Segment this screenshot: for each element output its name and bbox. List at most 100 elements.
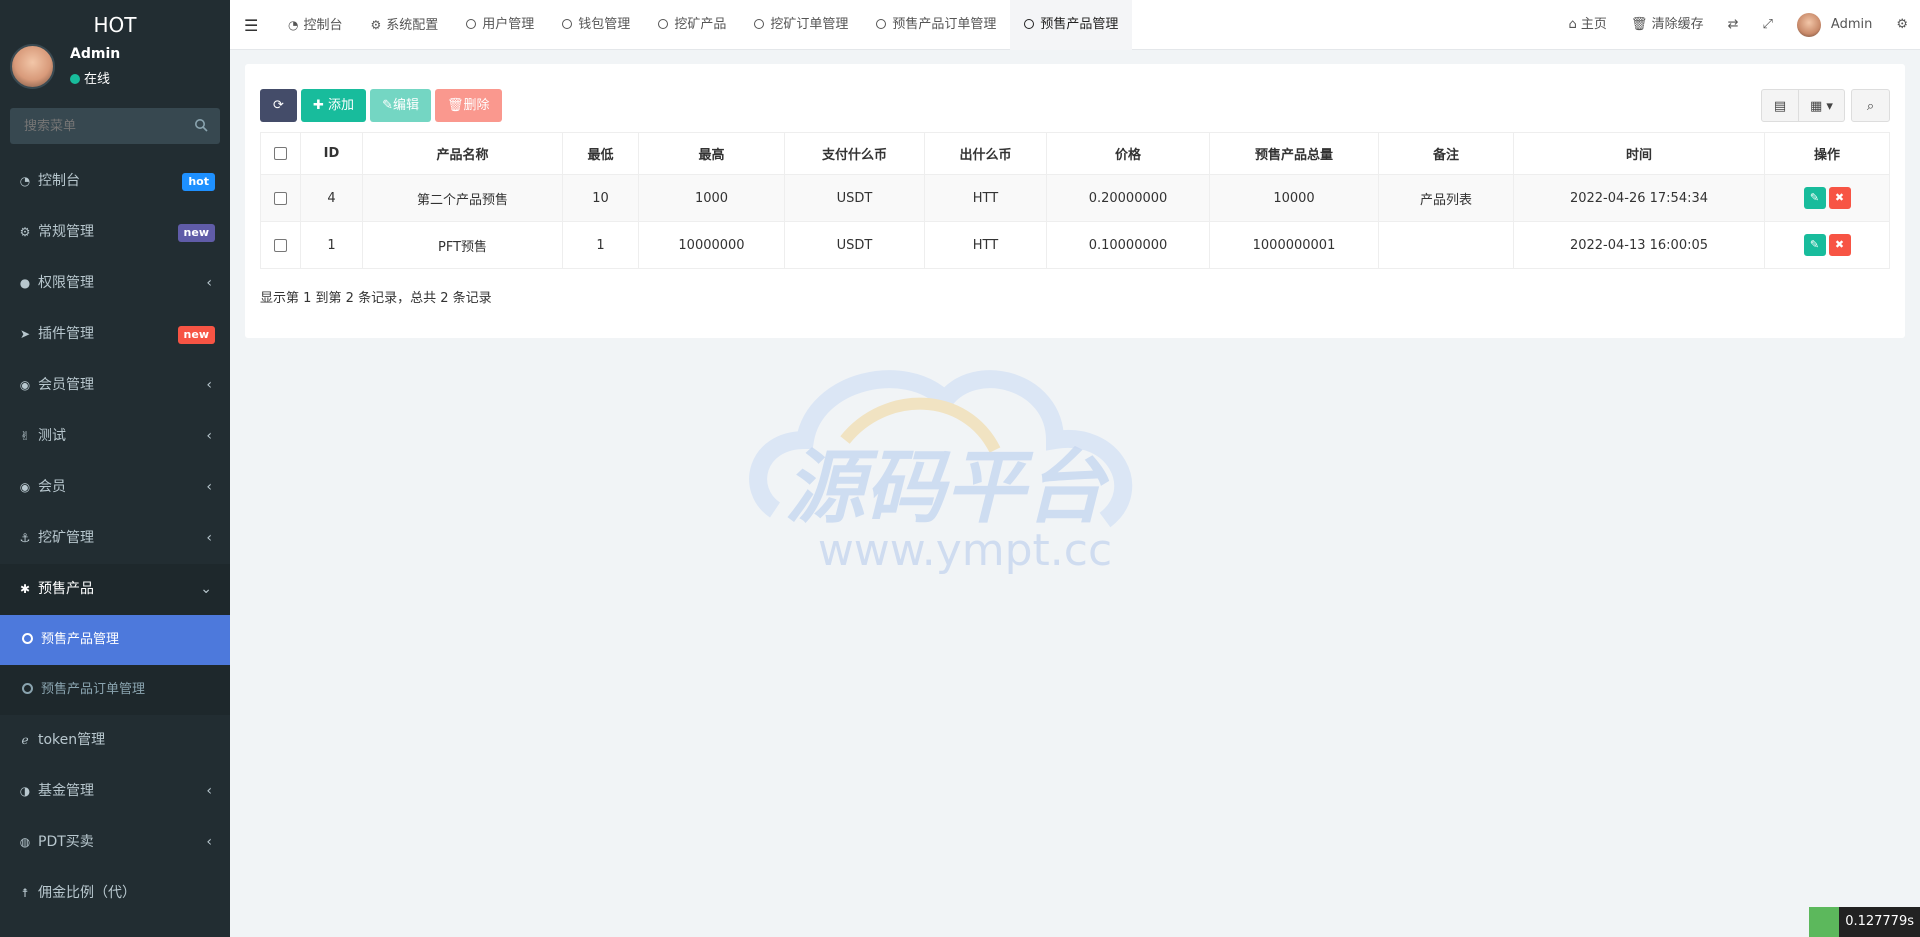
chevron-left-icon: ‹ [206,530,212,546]
sidebar-item-member-manage[interactable]: ◉ 会员管理 ‹ [0,360,230,411]
tab-presale-product[interactable]: 预售产品管理 [1010,0,1133,50]
row-edit-button[interactable]: ✎ [1803,234,1826,256]
sidebar-item-commission[interactable]: ☨ 佣金比例（代） [0,868,230,919]
tab-system-config[interactable]: ⚙ 系统配置 [357,0,453,50]
tab-mining-product[interactable]: 挖矿产品 [644,0,740,50]
add-button[interactable]: ✚ 添加 [301,89,367,122]
columns-button[interactable]: ▦ ▾ [1799,89,1845,122]
circle-icon [876,19,887,29]
col-id[interactable]: ID [300,132,363,175]
sidebar-item-auth[interactable]: ● 权限管理 ‹ [0,258,230,309]
row-edit-button[interactable]: ✎ [1803,187,1826,209]
settings-button[interactable]: ⚙ [1884,0,1920,50]
hot-badge: hot [182,173,215,191]
col-total[interactable]: 预售产品总量 [1209,132,1379,175]
chevron-left-icon: ‹ [206,479,212,495]
sidebar-item-fund[interactable]: ◑ 基金管理 ‹ [0,766,230,817]
tab-bar: ◔ 控制台 ⚙ 系统配置 用户管理 钱包管理 挖矿产品 挖矿订单管理 预售产品订单管… [274,0,1133,50]
search-button[interactable]: ⌕ [1851,89,1890,122]
cell-time: 2022-04-26 17:54:34 [1513,174,1765,222]
row-delete-button[interactable]: ✖ [1828,187,1851,209]
col-min[interactable]: 最低 [562,132,639,175]
user-menu[interactable]: Admin [1785,0,1884,50]
content-panel: ⟳ ✚ 添加 ✎编辑 🗑删除 ▤ ▦ ▾ ⌕ ID 产品名称 最低 最高 支付什… [245,64,1905,338]
rocket-icon: ➤ [19,327,31,341]
online-dot-icon [70,74,80,84]
sidebar-item-token[interactable]: ℯ token管理 [0,715,230,766]
sidebar-item-pdt[interactable]: ◍ PDT买卖 ‹ [0,817,230,868]
debug-timing[interactable]: 0.127779s [1809,907,1920,937]
row-checkbox[interactable] [274,238,287,252]
circle-icon [466,19,477,29]
avatar [10,44,55,89]
cell-actions: ✎ ✖ [1764,221,1890,269]
home-icon: ⌂ [1568,17,1577,32]
circle-icon [22,633,33,644]
sidebar-item-test[interactable]: ✌ 测试 ‹ [0,411,230,462]
cell-actions: ✎ ✖ [1764,174,1890,222]
col-remark[interactable]: 备注 [1378,132,1514,175]
row-checkbox[interactable] [274,191,287,205]
menu-search-input[interactable] [10,108,180,144]
tab-wallet-manage[interactable]: 钱包管理 [548,0,644,50]
tab-dashboard[interactable]: ◔ 控制台 [274,0,357,50]
tab-mining-order[interactable]: 挖矿订单管理 [740,0,862,50]
sidebar-item-general[interactable]: ⚙ 常规管理 new [0,207,230,258]
sidebar-subitem-presale-product[interactable]: 预售产品管理 [0,615,230,665]
sidebar: HOT Admin 在线 ◔控制台hot ⚙常规管理new ●权限管理‹ ➤插件… [0,0,230,937]
toggle-view-button[interactable]: ▤ [1761,89,1799,122]
cell-id: 1 [300,221,363,269]
row-delete-button[interactable]: ✖ [1828,234,1851,256]
chevron-left-icon: ‹ [206,783,212,799]
new-badge: new [177,326,215,344]
chevron-left-icon: ‹ [206,377,212,393]
trash-icon: ✖ [1834,191,1845,204]
sidebar-item-presale[interactable]: ✱ 预售产品 ⌄ [0,564,230,615]
trash-icon: ✖ [1834,238,1845,251]
grid-icon: ▦ ▾ [1810,99,1833,114]
watermark-logo: 源码平台 www.ympt.cc [749,370,1133,576]
cell-max: 10000000 [638,221,785,269]
sidebar-item-dashboard[interactable]: ◔ 控制台 hot [0,156,230,207]
home-link[interactable]: ⌂ 主页 [1557,0,1619,50]
chevron-left-icon: ‹ [206,834,212,850]
sidebar-item-member[interactable]: ◉ 会员 ‹ [0,462,230,513]
row-select-cell [260,221,301,269]
select-all-checkbox[interactable] [274,147,287,160]
sidebar-subitem-presale-order[interactable]: 预售产品订单管理 [0,665,230,715]
cell-name: PFT预售 [362,221,563,269]
col-max[interactable]: 最高 [638,132,785,175]
language-button[interactable]: ⇄ [1716,0,1751,50]
table-toolbar: ⟳ ✚ 添加 ✎编辑 🗑删除 [260,89,502,122]
presale-product-table: ID 产品名称 最低 最高 支付什么币 出什么币 价格 预售产品总量 备注 时间… [260,132,1890,269]
menu-search [10,108,220,144]
tab-presale-order[interactable]: 预售产品订单管理 [862,0,1010,50]
col-name[interactable]: 产品名称 [362,132,563,175]
circle-icon [22,683,33,694]
col-pay-coin[interactable]: 支付什么币 [784,132,925,175]
col-out-coin[interactable]: 出什么币 [924,132,1047,175]
col-price[interactable]: 价格 [1046,132,1210,175]
col-time[interactable]: 时间 [1513,132,1765,175]
cell-max: 1000 [638,174,785,222]
tab-user-manage[interactable]: 用户管理 [452,0,548,50]
list-icon: ▤ [1773,99,1787,114]
sidebar-item-mining[interactable]: ⚓ 挖矿管理 ‹ [0,513,230,564]
user-status: 在线 [70,68,110,87]
sidebar-item-addon[interactable]: ➤ 插件管理 new [0,309,230,360]
search-icon[interactable] [194,118,208,132]
fullscreen-button[interactable]: ⤢ [1751,0,1785,50]
plus-icon: ✚ [313,98,324,113]
cell-remark [1378,221,1514,269]
user-circle-icon: ◉ [19,480,31,494]
user-name: Admin [70,46,121,62]
clear-cache-button[interactable]: 🗑 清除缓存 [1619,0,1716,50]
cell-time: 2022-04-13 16:00:05 [1513,221,1765,269]
sidebar-toggle-icon[interactable]: ☰ [244,16,258,35]
sidebar-menu: ◔ 控制台 hot ⚙ 常规管理 new ● 权限管理 ‹ ➤ 插件管理 new ◉ 会员管理 ‹ … [0,156,230,919]
delete-button[interactable]: 🗑删除 [434,89,502,122]
logo[interactable]: HOT [0,0,230,50]
refresh-button[interactable]: ⟳ [260,89,297,122]
edit-button[interactable]: ✎编辑 [370,89,431,122]
new-badge: new [177,224,215,242]
